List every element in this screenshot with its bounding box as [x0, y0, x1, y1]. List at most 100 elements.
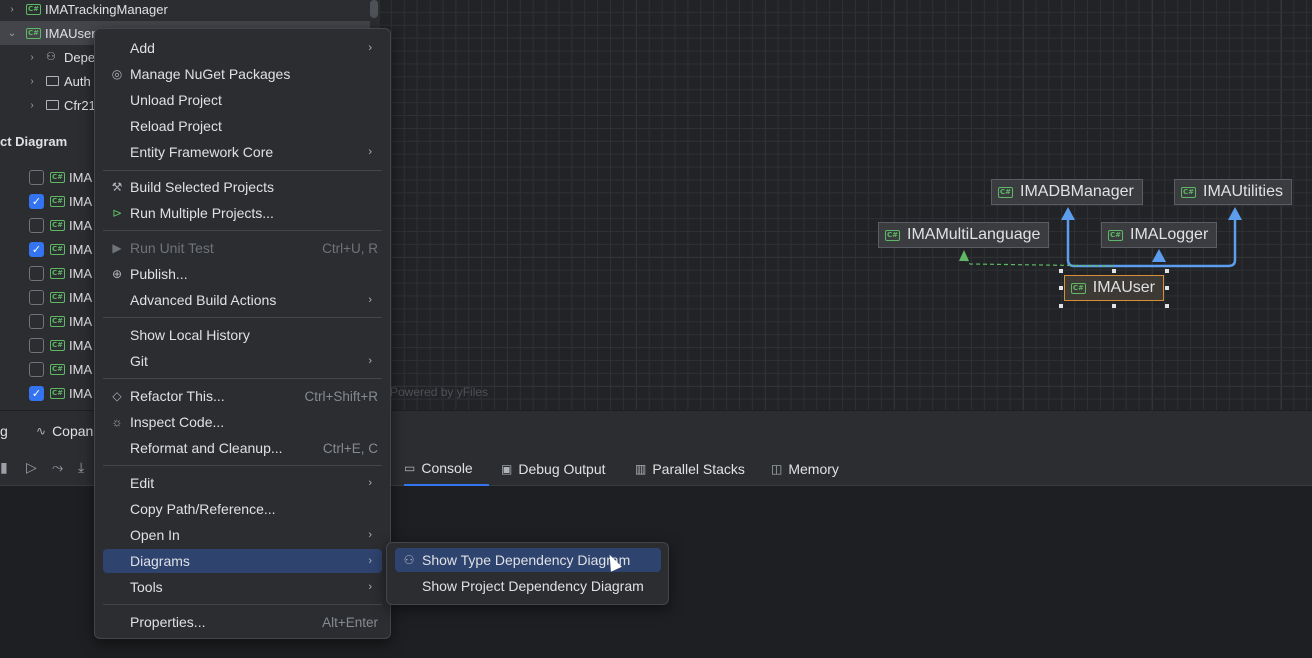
- menu-item-diagrams[interactable]: Diagrams ›: [103, 549, 382, 573]
- arrow-dbmanager: [1061, 207, 1075, 220]
- menu-item-open-in[interactable]: Open In ›: [103, 523, 382, 547]
- menu-item-reload-project[interactable]: Reload Project: [103, 114, 382, 138]
- tab-console[interactable]: ▭ Console: [404, 452, 489, 486]
- menu-item-refactor-this[interactable]: ◇ Refactor This... Ctrl+Shift+R: [103, 384, 382, 408]
- csharp-project-icon: C#: [50, 267, 65, 279]
- menu-item-inspect-code[interactable]: ☼ Inspect Code...: [103, 410, 382, 434]
- csharp-project-icon: C#: [26, 3, 41, 15]
- checkbox[interactable]: [29, 361, 44, 377]
- stop-icon[interactable]: ▮: [0, 459, 8, 476]
- menu-item-tools[interactable]: Tools ›: [103, 575, 382, 599]
- refactor-icon: ◇: [112, 389, 122, 403]
- tab-debug-output[interactable]: ▣ Debug Output: [501, 452, 606, 486]
- resize-handle[interactable]: [1165, 304, 1169, 308]
- tree-item-imatrackingmanager[interactable]: › C# IMATrackingManager: [0, 0, 370, 21]
- folder-icon: [46, 76, 59, 86]
- menu-item-label: Entity Framework Core: [130, 144, 274, 160]
- csharp-project-icon: C#: [26, 27, 41, 39]
- menu-item-label: Show Local History: [130, 327, 250, 343]
- chevron-down-icon[interactable]: ⌄: [7, 28, 17, 39]
- menu-item-show-local-history[interactable]: Show Local History: [103, 323, 382, 347]
- node-imauser[interactable]: C# IMAUser: [1064, 275, 1164, 301]
- chevron-right-icon[interactable]: ›: [27, 76, 37, 87]
- checkbox[interactable]: [29, 217, 44, 233]
- tab-copilot[interactable]: ∿ Copan: [36, 414, 93, 448]
- tree-item-label: IMATrackingManager: [45, 1, 168, 17]
- checkbox[interactable]: [29, 313, 44, 329]
- tab-fragment[interactable]: g: [0, 414, 8, 448]
- parallel-stacks-icon: ▥: [635, 462, 647, 476]
- checkbox[interactable]: ✓: [29, 241, 44, 257]
- tab-memory[interactable]: ◫ Memory: [771, 452, 839, 486]
- menu-item-edit[interactable]: Edit ›: [103, 471, 382, 495]
- menu-item-build-selected[interactable]: ⚒ Build Selected Projects: [103, 175, 382, 199]
- chevron-right-icon: ›: [368, 42, 372, 54]
- checkbox[interactable]: ✓: [29, 385, 44, 401]
- checkbox[interactable]: ✓: [29, 193, 44, 209]
- menu-item-run-multiple[interactable]: ⊳ Run Multiple Projects...: [103, 201, 382, 225]
- menu-item-publish[interactable]: ⊕ Publish...: [103, 262, 382, 286]
- chevron-right-icon[interactable]: ›: [27, 52, 37, 63]
- resize-handle[interactable]: [1059, 286, 1063, 290]
- menu-item-reformat-cleanup[interactable]: Reformat and Cleanup... Ctrl+E, C: [103, 436, 382, 460]
- menu-item-add[interactable]: Add ›: [103, 36, 382, 60]
- run-multiple-icon: ⊳: [111, 206, 123, 220]
- menu-item-run-unit-test[interactable]: ▶ Run Unit Test Ctrl+U, R: [103, 236, 382, 260]
- checklist-item-label: IMA: [69, 385, 93, 401]
- checkbox[interactable]: [29, 289, 44, 305]
- menu-item-label: Inspect Code...: [130, 414, 225, 430]
- run-icon: ▶: [112, 241, 122, 255]
- step-over-icon[interactable]: ⤳: [52, 459, 63, 476]
- tree-scrollbar[interactable]: [370, 0, 378, 18]
- menu-item-show-type-dependency[interactable]: ⚇ Show Type Dependency Diagram: [395, 548, 661, 572]
- checklist-item-label: IMA: [69, 337, 93, 353]
- menu-item-label: Advanced Build Actions: [130, 292, 277, 308]
- menu-item-entity-framework-core[interactable]: Entity Framework Core ›: [103, 140, 382, 164]
- resize-handle[interactable]: [1112, 269, 1116, 273]
- menu-item-label: Manage NuGet Packages: [130, 66, 291, 82]
- chevron-right-icon[interactable]: ›: [7, 4, 17, 15]
- resize-handle[interactable]: [1165, 269, 1169, 273]
- menu-item-label: Unload Project: [130, 92, 222, 108]
- menu-item-show-project-dependency[interactable]: Show Project Dependency Diagram: [395, 574, 661, 598]
- node-imalogger[interactable]: C# IMALogger: [1101, 222, 1218, 248]
- context-menu: Add › ◎ Manage NuGet Packages Unload Pro…: [94, 28, 391, 639]
- node-label: IMADBManager: [1020, 183, 1134, 200]
- node-imautilities[interactable]: C# IMAUtilities: [1174, 179, 1293, 205]
- csharp-project-icon: C#: [50, 195, 65, 207]
- checkbox[interactable]: [29, 169, 44, 185]
- csharp-project-icon: C#: [1181, 186, 1196, 198]
- menu-item-label: Run Unit Test: [130, 240, 214, 256]
- checkbox[interactable]: [29, 265, 44, 281]
- menu-item-unload-project[interactable]: Unload Project: [103, 88, 382, 112]
- csharp-project-icon: C#: [1071, 282, 1086, 294]
- resume-icon[interactable]: ▷: [26, 459, 37, 476]
- resize-handle[interactable]: [1165, 286, 1169, 290]
- csharp-project-icon: C#: [50, 219, 65, 231]
- menu-item-git[interactable]: Git ›: [103, 349, 382, 373]
- tab-parallel-stacks[interactable]: ▥ Parallel Stacks: [635, 452, 745, 486]
- menu-item-properties[interactable]: Properties... Alt+Enter: [103, 610, 382, 634]
- csharp-project-icon: C#: [50, 315, 65, 327]
- chevron-right-icon[interactable]: ›: [27, 100, 37, 111]
- csharp-project-icon: C#: [50, 291, 65, 303]
- menu-item-label: Diagrams: [130, 553, 190, 569]
- resize-handle[interactable]: [1059, 304, 1063, 308]
- diagram-canvas[interactable]: C# IMADBManager C# IMAUtilities C# IMAMu…: [380, 0, 1312, 410]
- debug-output-icon: ▣: [501, 462, 513, 476]
- resize-handle[interactable]: [1059, 269, 1063, 273]
- menu-item-label: Reformat and Cleanup...: [130, 440, 283, 456]
- step-into-icon[interactable]: ⤓: [78, 459, 84, 476]
- checkbox[interactable]: [29, 337, 44, 353]
- menu-item-copy-path[interactable]: Copy Path/Reference...: [103, 497, 382, 521]
- node-imadbmanager[interactable]: C# IMADBManager: [991, 179, 1143, 205]
- menu-item-shortcut: Ctrl+Shift+R: [304, 388, 378, 404]
- checklist-item-label: IMA: [69, 289, 93, 305]
- menu-item-manage-nuget[interactable]: ◎ Manage NuGet Packages: [103, 62, 382, 86]
- node-imamultilanguage[interactable]: C# IMAMultiLanguage: [878, 222, 1050, 248]
- menu-item-advanced-build[interactable]: Advanced Build Actions ›: [103, 288, 382, 312]
- checklist-item-label: IMA: [69, 169, 93, 185]
- resize-handle[interactable]: [1112, 304, 1116, 308]
- menu-item-shortcut: Alt+Enter: [322, 614, 378, 630]
- powered-by-watermark: Powered by yFiles: [390, 385, 489, 399]
